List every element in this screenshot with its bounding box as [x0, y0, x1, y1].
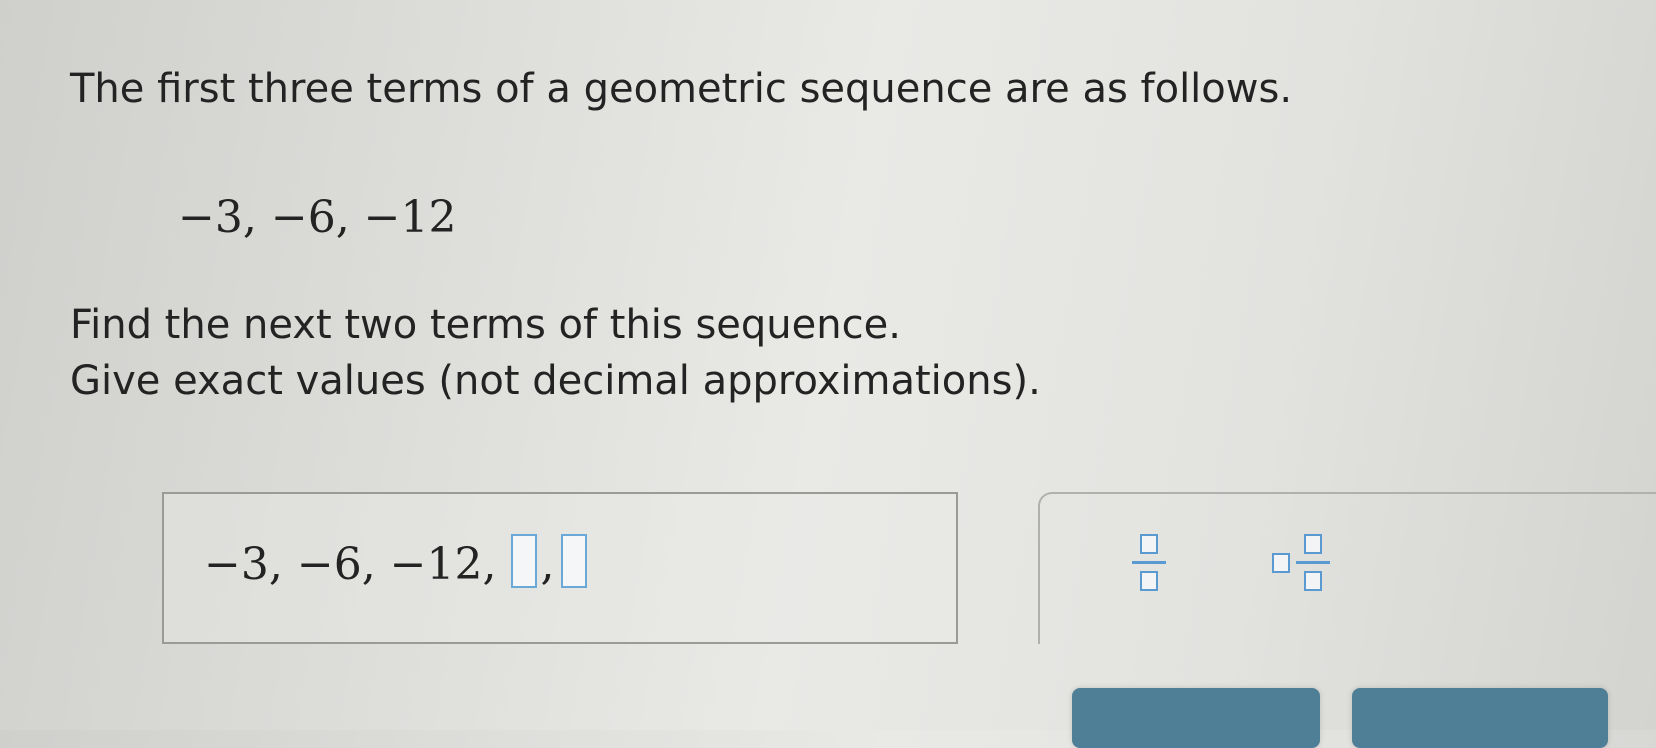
term-4-input[interactable]	[510, 534, 537, 588]
question-instruction: Find the next two terms of this sequence…	[70, 302, 901, 348]
term-5-input[interactable]	[560, 534, 587, 588]
math-toolbar	[1038, 492, 1656, 644]
question-note: Give exact values (not decimal approxima…	[70, 358, 1041, 404]
answer-separator: ,	[540, 539, 555, 590]
check-button[interactable]	[1072, 688, 1320, 748]
given-terms: −3, −6, −12	[178, 192, 457, 243]
mixed-number-button[interactable]	[1272, 534, 1330, 591]
fraction-button[interactable]	[1132, 534, 1166, 591]
answer-prefix: −3, −6, −12,	[204, 539, 497, 590]
next-button[interactable]	[1352, 688, 1608, 748]
answer-box: −3, −6, −12, ,	[162, 492, 958, 644]
answer-row: −3, −6, −12, ,	[204, 534, 587, 590]
question-line-1: The first three terms of a geometric seq…	[70, 66, 1293, 112]
fraction-icon	[1132, 534, 1166, 591]
mixed-number-icon	[1272, 534, 1330, 591]
